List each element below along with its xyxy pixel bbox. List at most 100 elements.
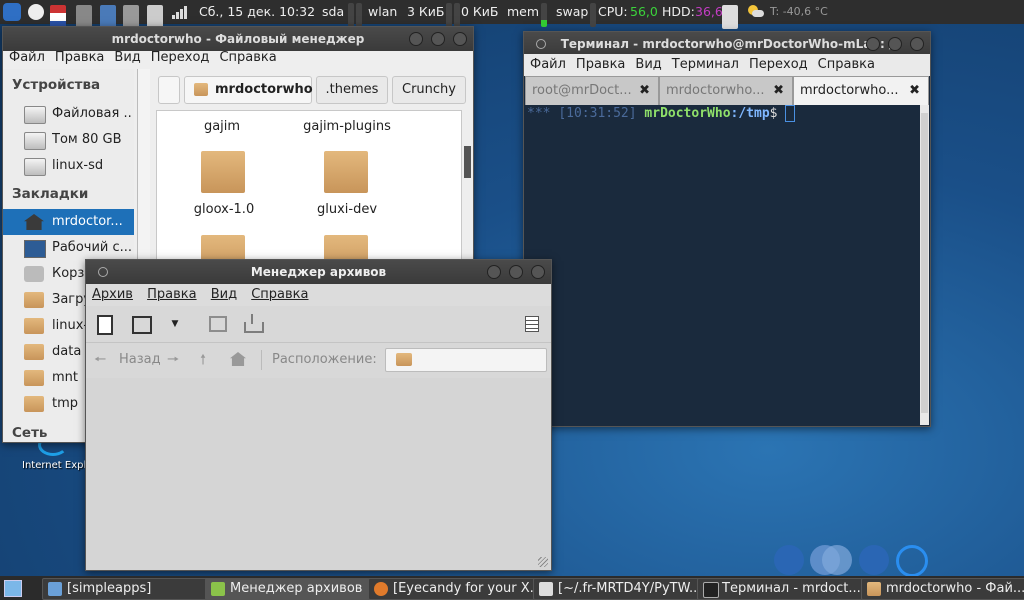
archive-manager-titlebar[interactable]: Менеджер архивов	[86, 260, 551, 284]
folder-icon[interactable]	[201, 151, 245, 193]
taskbar-item-editor[interactable]: [~/.fr-MRTD4Y/PyTW...	[533, 578, 719, 600]
sidebar-item-home[interactable]: mrdoctor...	[3, 209, 134, 235]
taskbar-item-archive-manager[interactable]: Менеджер архивов	[205, 578, 388, 600]
path-segment-crunchy[interactable]: Crunchy	[392, 76, 466, 104]
browser-icon[interactable]	[27, 0, 45, 24]
terminal-close-button[interactable]	[910, 37, 924, 51]
am-close-button[interactable]	[531, 265, 545, 279]
firefox-icon	[374, 582, 388, 596]
open-recent-dropdown-icon[interactable]: ▼	[164, 314, 186, 334]
forward-arrow-icon[interactable]: 🠖	[167, 349, 179, 373]
sda-meter	[348, 3, 354, 27]
sda-label: sda	[322, 4, 345, 19]
archive-manager-title: Менеджер архивов	[250, 265, 387, 279]
workspace-5[interactable]	[896, 545, 928, 577]
taskbar-item-firefox[interactable]: [Eyecandy for your X...	[368, 578, 554, 600]
folder-icon	[24, 292, 44, 308]
terminal-menu-view[interactable]: Вид	[635, 57, 661, 72]
close-icon[interactable]: ✖	[909, 77, 920, 105]
am-menu-help[interactable]: Справка	[251, 287, 308, 302]
drive-icon[interactable]	[722, 5, 738, 29]
terminal-menu-go[interactable]: Переход	[749, 57, 808, 72]
sidebar-item-desktop[interactable]: Рабочий с...	[3, 235, 134, 261]
resize-grip-icon[interactable]	[538, 557, 548, 567]
path-segment-themes[interactable]: .themes	[316, 76, 388, 104]
location-label: Расположение:	[272, 352, 377, 367]
terminal-titlebar[interactable]: Терминал - mrdoctorwho@mrDoctorWho-mLap:…	[524, 32, 930, 56]
terminal-menu-terminal[interactable]: Терминал	[672, 57, 739, 72]
file-item-label[interactable]: gajim-plugins	[297, 119, 397, 134]
path-segment-home[interactable]: mrdoctorwho	[184, 76, 313, 104]
weather-temp: T: -40,6 °C	[770, 5, 828, 18]
chat-icon	[48, 582, 62, 596]
wifi-signal-icon[interactable]	[172, 0, 188, 24]
terminal-tab-3[interactable]: mrdoctorwho... ✖	[793, 76, 929, 105]
terminal-maximize-button[interactable]	[888, 37, 902, 51]
terminal-menu-edit[interactable]: Правка	[576, 57, 625, 72]
terminal-menu-help[interactable]: Справка	[818, 57, 875, 72]
file-item-label[interactable]: gajim	[187, 119, 257, 134]
home-icon	[24, 214, 44, 230]
folder-icon	[24, 344, 44, 360]
back-button-label[interactable]: Назад	[119, 352, 161, 367]
am-maximize-button[interactable]	[509, 265, 523, 279]
taskbar-item-simpleapps[interactable]: [simpleapps]	[42, 578, 226, 600]
taskbar-item-terminal[interactable]: Терминал - mrdoct...	[697, 578, 883, 600]
terminal-scrollbar[interactable]	[920, 105, 929, 425]
properties-icon[interactable]	[522, 314, 544, 334]
fm-menu-file[interactable]: Файл	[9, 50, 45, 65]
fm-menu-view[interactable]: Вид	[114, 50, 140, 65]
terminal-tab-2[interactable]: mrdoctorwho... ✖	[659, 76, 793, 106]
fm-close-button[interactable]	[453, 32, 467, 46]
archive-content-area[interactable]	[86, 378, 551, 570]
terminal-minimize-button[interactable]	[866, 37, 880, 51]
extract-icon[interactable]	[206, 314, 228, 334]
home-icon[interactable]	[230, 352, 246, 366]
am-minimize-button[interactable]	[487, 265, 501, 279]
sidebar-item-linux-sd[interactable]: linux-sd	[3, 153, 134, 179]
am-window-menu-button[interactable]	[98, 267, 108, 277]
fm-menu-go[interactable]: Переход	[151, 50, 210, 65]
terminal-output[interactable]: *** [10:31:52] mrDoctorWho:/tmp$	[524, 105, 920, 425]
path-scroll-left-button[interactable]	[158, 76, 180, 104]
fm-minimize-button[interactable]	[409, 32, 423, 46]
fm-menu-edit[interactable]: Правка	[55, 50, 104, 65]
close-icon[interactable]: ✖	[773, 77, 784, 105]
workspace-1[interactable]	[774, 545, 804, 575]
fm-maximize-button[interactable]	[431, 32, 445, 46]
fm-menu-help[interactable]: Справка	[219, 50, 276, 65]
am-menu-edit[interactable]: Правка	[147, 287, 196, 302]
file-item-label[interactable]: gluxi-dev	[297, 202, 397, 217]
trash-icon	[24, 266, 44, 282]
show-desktop-icon[interactable]	[4, 580, 22, 597]
app-menu-icon[interactable]	[2, 0, 22, 24]
location-input[interactable]	[385, 348, 547, 372]
hdd-value: 36,6	[695, 4, 723, 19]
mem-meter	[541, 3, 547, 27]
sidebar-item-filesystem[interactable]: Файловая ...	[3, 101, 134, 127]
workspace-4[interactable]	[859, 545, 889, 575]
drive-icon	[24, 106, 46, 124]
cpu-label: CPU:	[598, 4, 628, 19]
close-icon[interactable]: ✖	[639, 77, 650, 105]
am-menu-archive[interactable]: Архив	[92, 287, 133, 302]
cursor	[785, 105, 796, 122]
swap-meter	[590, 3, 596, 27]
taskbar-item-file-manager[interactable]: mrdoctorwho - Фай...	[861, 578, 1024, 600]
folder-icon[interactable]	[324, 151, 368, 193]
sidebar-item-volume[interactable]: Том 80 GB	[3, 127, 134, 153]
terminal-window-menu-button[interactable]	[536, 39, 546, 49]
up-arrow-icon[interactable]: 🠕	[200, 349, 206, 373]
clock[interactable]: Сб., 15 дек. 10:32	[199, 0, 315, 24]
terminal-menu-file[interactable]: Файл	[530, 57, 566, 72]
new-archive-icon[interactable]	[93, 314, 115, 335]
add-files-icon[interactable]	[242, 314, 264, 334]
terminal-tab-label: root@mrDoct...	[532, 83, 632, 98]
weather-icon[interactable]	[746, 0, 764, 24]
open-archive-icon[interactable]	[130, 314, 152, 334]
file-item-label[interactable]: gloox-1.0	[179, 202, 269, 217]
workspace-3[interactable]	[822, 545, 852, 575]
back-arrow-icon[interactable]: 🠔	[94, 349, 106, 373]
am-menu-view[interactable]: Вид	[211, 287, 237, 302]
terminal-tab-1[interactable]: root@mrDoct... ✖	[525, 76, 659, 106]
